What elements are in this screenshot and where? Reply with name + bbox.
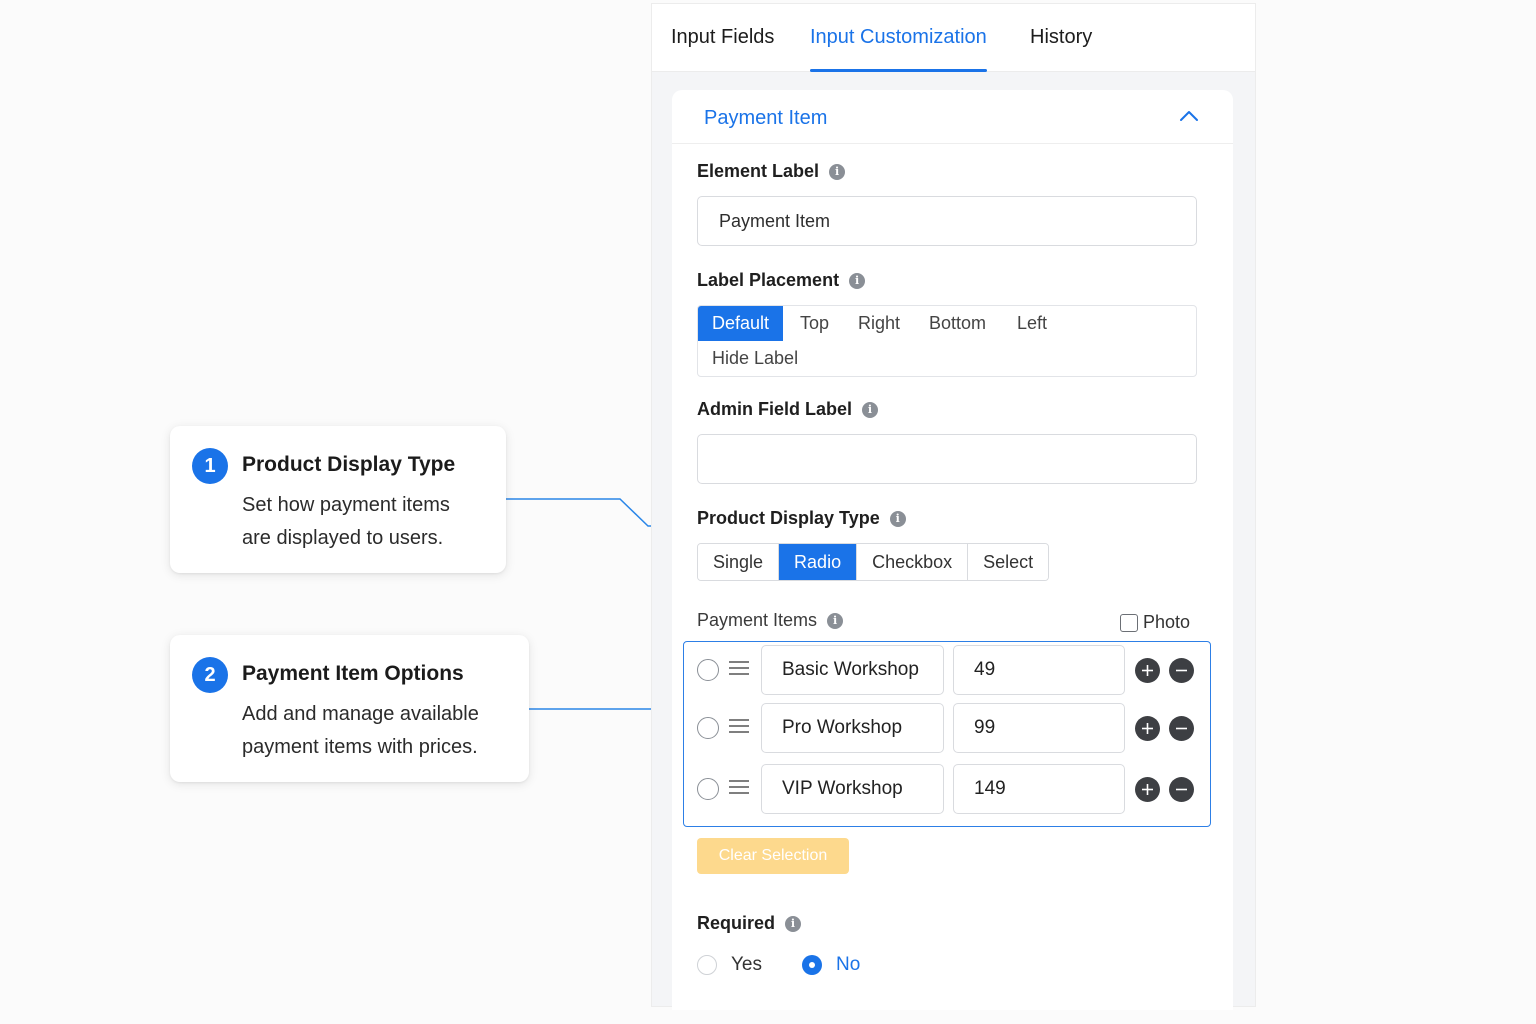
callout-description: Set how payment items are displayed to u…	[242, 489, 482, 555]
radio-button[interactable]	[697, 955, 717, 975]
product-display-type-selector: Single Radio Checkbox Select	[697, 543, 1050, 581]
item-price-input[interactable]: 49	[953, 645, 1125, 695]
item-price-input[interactable]: 99	[953, 703, 1125, 753]
section-header[interactable]: Payment Item	[672, 90, 1233, 144]
callout-title: Payment Item Options	[242, 662, 464, 685]
callout-description: Add and manage available payment items w…	[242, 698, 505, 764]
display-type-single[interactable]: Single	[698, 544, 780, 580]
field-label: Admin Field Label	[697, 399, 853, 419]
payment-items-heading: Payment Items i	[697, 610, 844, 631]
info-icon[interactable]: i	[827, 612, 844, 629]
admin-field-label-input[interactable]	[697, 434, 1197, 484]
add-item-button[interactable]	[1135, 777, 1160, 802]
plus-icon	[1142, 784, 1153, 795]
remove-item-button[interactable]	[1169, 777, 1194, 802]
placement-option-hide-label[interactable]: Hide Label	[698, 341, 812, 376]
callout-description-line: Set how payment items	[242, 494, 450, 516]
payment-item-row: VIP Workshop 149	[684, 764, 1210, 814]
callout-product-display-type: 1 Product Display Type Set how payment i…	[170, 426, 506, 573]
callout-description-line: payment items with prices.	[242, 736, 478, 758]
display-type-select[interactable]: Select	[968, 544, 1049, 580]
remove-item-button[interactable]	[1169, 716, 1194, 741]
tab-history[interactable]: History	[1030, 26, 1092, 49]
placement-option-top[interactable]: Top	[786, 306, 843, 341]
required-heading: Required i	[697, 913, 802, 934]
label-placement-heading: Label Placement i	[697, 270, 866, 291]
required-option-no[interactable]: No	[802, 954, 860, 976]
item-name-input[interactable]: Basic Workshop	[761, 645, 944, 695]
plus-icon	[1142, 723, 1153, 734]
info-icon[interactable]: i	[849, 272, 866, 289]
tab-input-customization[interactable]: Input Customization	[810, 26, 987, 72]
remove-item-button[interactable]	[1169, 658, 1194, 683]
radio-button[interactable]	[802, 955, 822, 975]
placement-option-bottom[interactable]: Bottom	[915, 306, 1000, 341]
drag-handle-icon[interactable]	[729, 779, 749, 800]
settings-panel: Input Fields Input Customization History…	[651, 3, 1256, 1010]
item-name-input[interactable]: VIP Workshop	[761, 764, 944, 814]
photo-label: Photo	[1143, 612, 1191, 632]
field-label: Product Display Type	[697, 508, 880, 528]
photo-checkbox[interactable]	[1120, 613, 1138, 632]
radio-label: No	[836, 954, 861, 975]
product-display-type-heading: Product Display Type i	[697, 508, 906, 529]
field-label: Required	[697, 913, 776, 933]
info-icon[interactable]: i	[889, 510, 906, 527]
payment-items-list: Basic Workshop 49 Pro Workshop 99 VIP Wo…	[683, 641, 1211, 827]
callout-title: Product Display Type	[242, 453, 456, 476]
tab-input-fields[interactable]: Input Fields	[671, 26, 774, 49]
clear-selection-button[interactable]: Clear Selection	[697, 838, 849, 874]
item-name-input[interactable]: Pro Workshop	[761, 703, 944, 753]
payment-item-row: Pro Workshop 99	[684, 703, 1210, 753]
item-price-input[interactable]: 149	[953, 764, 1125, 814]
element-label-heading: Element Label i	[697, 161, 846, 182]
display-type-radio[interactable]: Radio	[779, 544, 858, 580]
drag-handle-icon[interactable]	[729, 718, 749, 739]
payment-item-row: Basic Workshop 49	[684, 645, 1210, 695]
add-item-button[interactable]	[1135, 658, 1160, 683]
item-default-radio[interactable]	[697, 778, 719, 800]
required-option-yes[interactable]: Yes	[697, 954, 762, 976]
admin-field-label-heading: Admin Field Label i	[697, 399, 879, 420]
callout-payment-item-options: 2 Payment Item Options Add and manage av…	[170, 635, 529, 782]
field-label: Label Placement	[697, 270, 840, 290]
item-default-radio[interactable]	[697, 659, 719, 681]
payment-item-card: Payment Item Element Label i Payment Ite…	[672, 90, 1233, 1010]
field-label: Element Label	[697, 161, 820, 181]
minus-icon	[1176, 669, 1187, 672]
chevron-up-icon[interactable]	[1179, 109, 1199, 127]
placement-option-default[interactable]: Default	[698, 306, 784, 341]
required-options: Yes No	[697, 954, 860, 976]
element-label-input[interactable]: Payment Item	[697, 196, 1197, 246]
placement-option-right[interactable]: Right	[844, 306, 914, 341]
minus-icon	[1176, 727, 1187, 730]
minus-icon	[1176, 788, 1187, 791]
display-type-checkbox[interactable]: Checkbox	[857, 544, 969, 580]
drag-handle-icon[interactable]	[729, 660, 749, 681]
field-label: Payment Items	[697, 610, 818, 630]
plus-icon	[1142, 665, 1153, 676]
callout-description-line: Add and manage available	[242, 703, 479, 725]
placement-option-left[interactable]: Left	[1003, 306, 1061, 341]
info-icon[interactable]: i	[785, 915, 802, 932]
callout-description-line: are displayed to users.	[242, 527, 444, 549]
add-item-button[interactable]	[1135, 716, 1160, 741]
label-placement-selector: Default Top Right Bottom Left Hide Label	[697, 305, 1197, 377]
callout-number-badge: 2	[192, 657, 228, 693]
section-title: Payment Item	[704, 107, 828, 129]
radio-label: Yes	[731, 954, 762, 975]
info-icon[interactable]: i	[829, 163, 846, 180]
callout-number-badge: 1	[192, 448, 228, 484]
tab-bar: Input Fields Input Customization History	[652, 4, 1255, 72]
photo-toggle[interactable]: Photo	[1120, 612, 1190, 633]
item-default-radio[interactable]	[697, 717, 719, 739]
info-icon[interactable]: i	[862, 401, 879, 418]
